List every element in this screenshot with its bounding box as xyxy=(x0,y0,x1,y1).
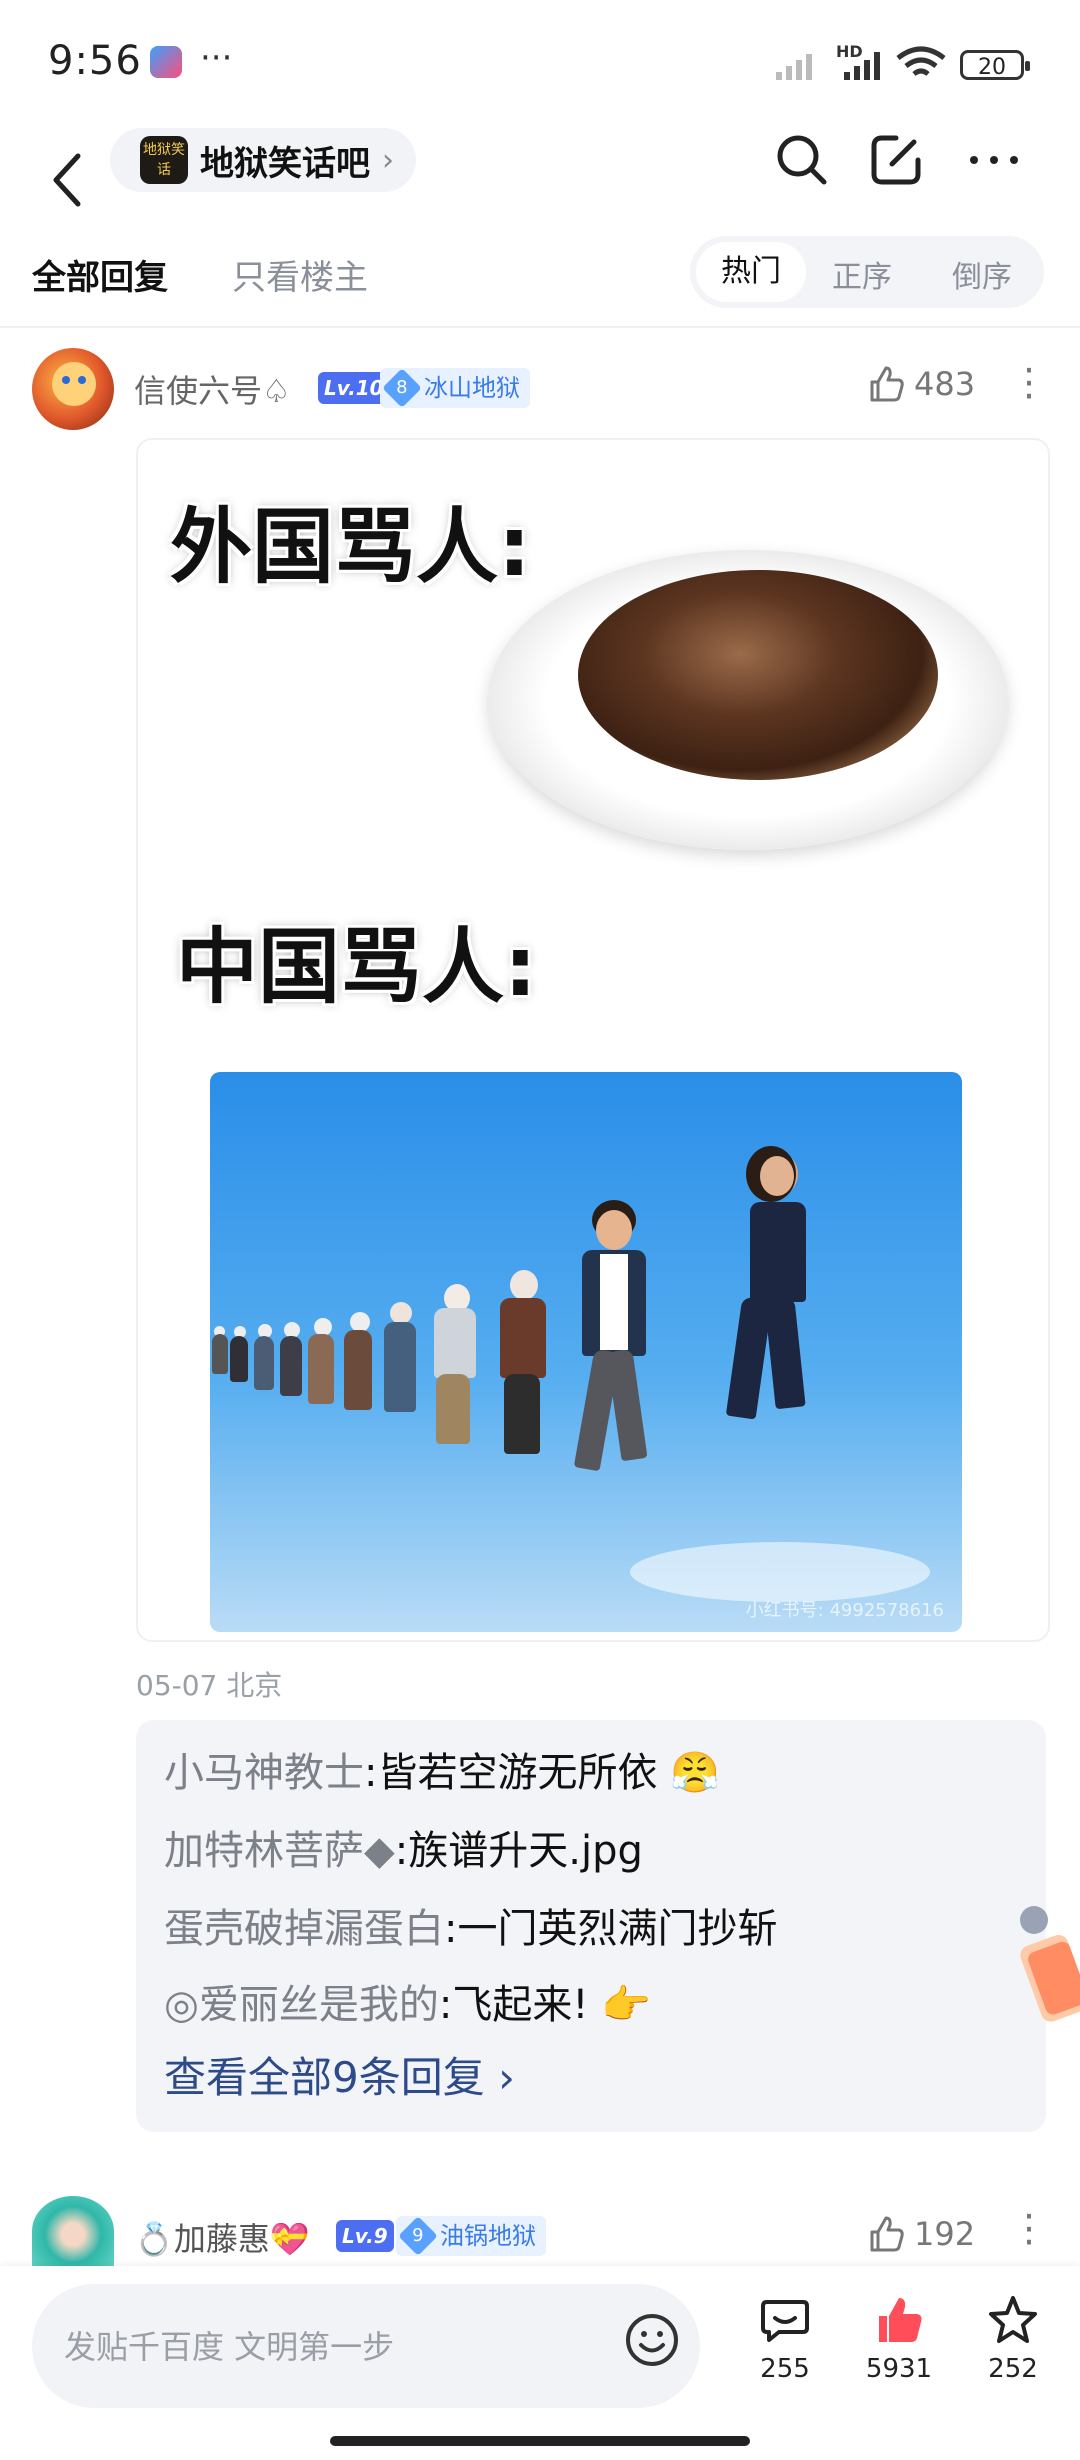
favorite-count: 252 xyxy=(988,2354,1038,2384)
signal-icon-2 xyxy=(844,52,880,80)
sort-hot[interactable]: 热门 xyxy=(696,242,806,302)
reply-item[interactable]: ◎爱丽丝是我的:飞起来! 👉 xyxy=(164,1972,651,2030)
post-more-icon[interactable]: ⋮ xyxy=(1010,2206,1048,2250)
comment-icon xyxy=(761,2300,809,2342)
post-more-icon[interactable]: ⋮ xyxy=(1010,360,1048,404)
pie-illustration xyxy=(578,570,938,780)
view-all-replies-link[interactable]: 查看全部9条回复 › xyxy=(164,2044,515,2105)
divider xyxy=(0,326,1080,328)
like-count: 192 xyxy=(914,2215,976,2253)
like-post-button[interactable]: 5931 xyxy=(844,2294,954,2384)
star-icon xyxy=(989,2296,1037,2343)
tab-owner-only[interactable]: 只看楼主 xyxy=(232,250,368,299)
comment-button[interactable]: 255 xyxy=(730,2294,840,2384)
rank-number: 8 xyxy=(382,368,422,408)
reply-preview[interactable]: 小马神教士:皆若空游无所依 😤 加特林菩萨◆:族谱升天.jpg 蛋壳破掉漏蛋白:… xyxy=(136,1720,1046,2132)
reply-author: 加特林菩萨◆ xyxy=(164,1828,395,1874)
avatar[interactable] xyxy=(32,2196,114,2266)
reply-input[interactable] xyxy=(62,2284,626,2410)
rank-name: 冰山地狱 xyxy=(424,374,520,402)
meme-caption-chinese: 中国骂人: xyxy=(176,920,537,1015)
rank-number: 9 xyxy=(398,2216,438,2256)
status-bar: 9:56 ··· HD 20 xyxy=(0,0,1080,120)
rank-name: 油锅地狱 xyxy=(440,2222,536,2250)
level-badge: Lv.10 xyxy=(318,372,390,404)
thumbs-up-icon xyxy=(870,2216,904,2252)
more-options-icon[interactable] xyxy=(964,130,1024,190)
status-time: 9:56 xyxy=(48,38,142,84)
back-button[interactable] xyxy=(40,140,100,220)
favorite-button[interactable]: 252 xyxy=(958,2294,1068,2384)
more-notifications-icon: ··· xyxy=(200,38,233,78)
like-count: 483 xyxy=(914,365,976,403)
like-total-count: 5931 xyxy=(865,2354,933,2384)
app-notification-icon xyxy=(150,46,182,78)
flying-family-illustration: 小红书号: 4992578616 xyxy=(210,1072,962,1632)
reply-text: 皆若空游无所依 😤 xyxy=(377,1750,721,1796)
level-badge: Lv.9 xyxy=(336,2220,394,2252)
home-indicator[interactable] xyxy=(330,2436,750,2446)
chevron-right-icon: › xyxy=(382,142,394,178)
forum-link[interactable]: 地狱笑话 地狱笑话吧 › xyxy=(110,128,416,192)
reply-text: 族谱升天.jpg xyxy=(408,1828,643,1874)
meme-caption-foreign: 外国骂人: xyxy=(170,500,531,595)
signal-icon-1 xyxy=(776,54,812,80)
reply-author: 蛋壳破掉漏蛋白 xyxy=(164,1906,444,1952)
like-button[interactable]: 483 xyxy=(866,364,975,404)
floating-promo-icon[interactable] xyxy=(1010,1904,1080,2034)
rank-badge: 9 油锅地狱 xyxy=(396,2216,546,2256)
image-watermark: 小红书号: 4992578616 xyxy=(745,1600,944,1621)
post-date-location: 05-07 北京 xyxy=(136,1669,283,1702)
reply-input-container[interactable] xyxy=(32,2284,700,2410)
thumbs-up-filled-icon xyxy=(879,2298,922,2342)
rank-badge: 8 冰山地狱 xyxy=(380,368,530,408)
reply-author: ◎爱丽丝是我的 xyxy=(164,1982,439,2028)
like-button[interactable]: 192 xyxy=(866,2214,975,2254)
sort-descending[interactable]: 倒序 xyxy=(952,252,1012,296)
reply-text: 一门英烈满门抄斩 xyxy=(457,1906,778,1952)
author-name[interactable]: 信使六号♤ xyxy=(134,366,291,412)
wifi-icon xyxy=(896,46,946,76)
reply-item[interactable]: 小马神教士:皆若空游无所依 😤 xyxy=(164,1740,720,1798)
reply-item[interactable]: 蛋壳破掉漏蛋白:一门英烈满门抄斩 xyxy=(164,1896,777,1954)
thumbs-up-icon xyxy=(870,366,904,402)
author-name[interactable]: 💍加藤惠💝 xyxy=(134,2214,310,2260)
sort-ascending[interactable]: 正序 xyxy=(832,252,892,296)
forum-logo: 地狱笑话 xyxy=(140,136,188,184)
search-icon[interactable] xyxy=(772,130,832,190)
tab-all-replies[interactable]: 全部回复 xyxy=(32,250,168,299)
reply-author: 小马神教士 xyxy=(164,1750,364,1796)
reply-text: 飞起来! 👉 xyxy=(452,1982,651,2028)
post-image[interactable]: 外国骂人: 中国骂人: 小红书号: 4992578616 xyxy=(136,438,1050,1642)
reply-item[interactable]: 加特林菩萨◆:族谱升天.jpg xyxy=(164,1818,643,1876)
comment-count: 255 xyxy=(760,2354,810,2384)
emoji-icon[interactable] xyxy=(624,2312,680,2368)
forum-name: 地狱笑话吧 xyxy=(200,143,370,184)
edit-icon[interactable] xyxy=(866,130,926,190)
battery-icon: 20 xyxy=(960,50,1030,80)
avatar[interactable] xyxy=(32,348,114,430)
